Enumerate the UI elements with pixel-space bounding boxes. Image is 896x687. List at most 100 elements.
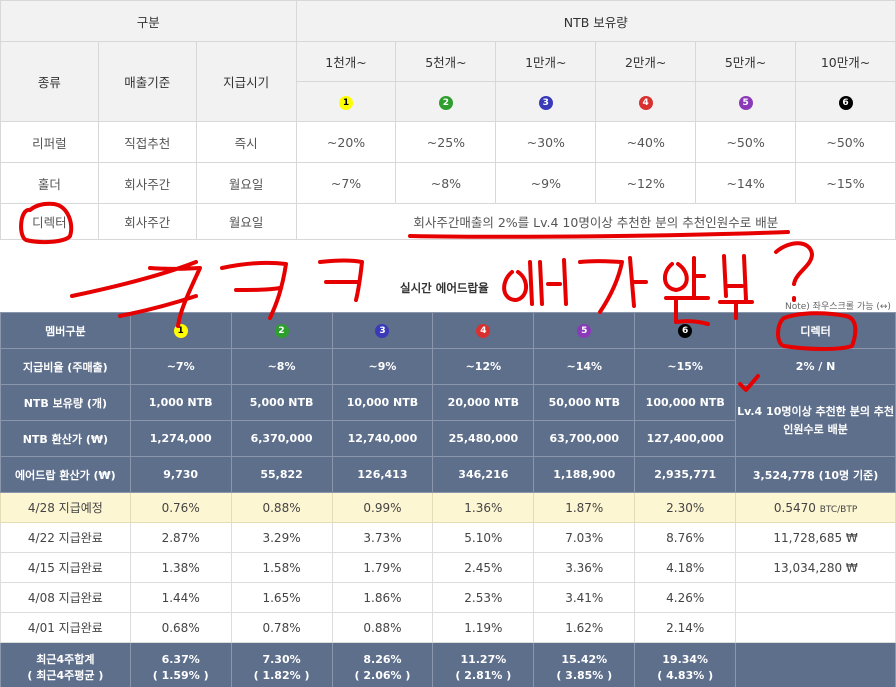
director-value: 0.5470 [773,500,816,515]
cell: ~15% [634,348,737,385]
cell: 1,000 NTB [129,384,232,421]
cell: 25,480,000 [432,420,535,457]
cell: 100,000 NTB [634,384,737,421]
cell: 20,000 NTB [432,384,535,421]
cell: 3.29% [230,522,333,553]
tier-label-1: 1천개~ [295,41,397,82]
row-label: 4/15 지급완료 [0,552,131,583]
cell: 2.45% [432,552,535,583]
cell: 9,730 [129,456,232,493]
director-cell: 11,728,685 ₩ [735,522,896,553]
average: ( 1.59% ) [152,668,209,682]
average: ( 3.85% ) [556,668,613,682]
header-gubun: 구분 [0,0,297,42]
cell: 7.03% [533,522,636,553]
reward-structure-table: 구분 NTB 보유량 종류 매출기준 지급시기 1천개~ 5천개~ 1만개~ 2… [0,0,896,240]
cell: 1.79% [331,552,434,583]
cell: ~9% [331,348,434,385]
director-cell [735,582,896,613]
table-row: 에어드랍 환산가 (₩) 9,730 55,822 126,413 346,21… [0,456,896,493]
total: 6.37% [161,652,200,666]
cell: 3.73% [331,522,434,553]
total: 11.27% [460,652,507,666]
cell: 2.30% [634,492,737,523]
cell: 0.88% [331,612,434,643]
row-type: 디렉터 [0,203,99,240]
header-sales-basis: 매출기준 [97,41,197,122]
row-basis: 회사주간 [97,203,197,240]
tier-badge-1: 1 [339,96,354,110]
table-row: 지급비율 (주매출) ~7% ~8% ~9% ~12% ~14% ~15% 2%… [0,348,896,385]
summary-label-line1: 최근4주합계 [36,652,95,666]
row-label: 에어드랍 환산가 (₩) [0,456,131,493]
table-row: 4/22 지급완료 2.87% 3.29% 3.73% 5.10% 7.03% … [0,522,896,553]
cell: 2.14% [634,612,737,643]
tier-badge-1: 1 [173,324,188,338]
tier-badge-5: 5 [577,324,592,338]
cell: 0.88% [230,492,333,523]
row-label: NTB 보유량 (개) [0,384,131,421]
row-type: 리퍼럴 [0,121,99,163]
summary-label: 최근4주합계 ( 최근4주평균 ) [0,642,131,687]
cell: 8.76% [634,522,737,553]
row-label: 지급비율 (주매출) [0,348,131,385]
cell: 346,216 [432,456,535,493]
cell: 1.38% [129,552,232,583]
director-merged-cell: Lv.4 10명이상 추천한 분의 추천인원수로 배분 [735,384,896,457]
cell: 2.87% [129,522,232,553]
summary-cell [735,642,896,687]
summary-cell: 19.34% ( 4.83% ) [634,642,737,687]
table-row: 디렉터 회사주간 월요일 회사주간매출의 2%를 Lv.4 10명이상 추천한 … [0,203,896,240]
tier-label-5: 5만개~ [695,41,797,82]
header-type: 종류 [0,41,99,122]
cell: 1.87% [533,492,636,523]
cell: ~8% [230,348,333,385]
average: ( 4.83% ) [657,668,714,682]
director-distribution-note: 회사주간매출의 2%를 Lv.4 10명이상 추천한 분의 추천인원수로 배분 [295,203,896,240]
total: 8.26% [363,652,402,666]
cell: 0.99% [331,492,434,523]
tier-badge-6: 6 [838,96,853,110]
member-header: 멤버구분 [0,312,131,349]
row-time: 월요일 [195,203,297,240]
table-row: 4/15 지급완료 1.38% 1.58% 1.79% 2.45% 3.36% … [0,552,896,583]
rate-cell: ~25% [395,121,497,163]
summary-cell: 11.27% ( 2.81% ) [432,642,535,687]
table-row: NTB 보유량 (개) 1,000 NTB 5,000 NTB 10,000 N… [0,384,896,457]
total: 15.42% [561,652,608,666]
summary-label-line2: ( 최근4주평균 ) [27,668,104,682]
header-ntb-holding: NTB 보유량 [295,0,896,42]
tier-badge-4: 4 [476,324,491,338]
cell: 2,935,771 [634,456,737,493]
row-type: 홀더 [0,162,99,204]
rate-cell: ~15% [795,162,896,204]
cell: 1.19% [432,612,535,643]
director-cell: 2% / N [735,348,896,385]
summary-cell: 8.26% ( 2.06% ) [331,642,434,687]
cell: 6,370,000 [230,420,333,457]
cell: 4.18% [634,552,737,583]
rate-cell: ~7% [295,162,397,204]
row-label: 4/01 지급완료 [0,612,131,643]
table-row: 4/28 지급예정 0.76% 0.88% 0.99% 1.36% 1.87% … [0,492,896,523]
section-title: 실시간 에어드랍율 [400,281,489,295]
table-row: 4/08 지급완료 1.44% 1.65% 1.86% 2.53% 3.41% … [0,582,896,613]
cell: 0.68% [129,612,232,643]
summary-cell: 15.42% ( 3.85% ) [533,642,636,687]
rate-cell: ~14% [695,162,797,204]
cell: ~12% [432,348,535,385]
cell: 3.36% [533,552,636,583]
rate-cell: ~9% [495,162,597,204]
cell: 2.53% [432,582,535,613]
table-row: 홀더 회사주간 월요일 ~7% ~8% ~9% ~12% ~14% ~15% [0,162,896,204]
tier-badge-2: 2 [274,324,289,338]
cell: 12,740,000 [331,420,434,457]
cell: 126,413 [331,456,434,493]
summary-cell: 6.37% ( 1.59% ) [129,642,232,687]
tier-badge-4: 4 [638,96,653,110]
cell: 1.36% [432,492,535,523]
row-time: 월요일 [195,162,297,204]
row-label: 4/08 지급완료 [0,582,131,613]
tier-badge-3: 3 [375,324,390,338]
cell: 1,274,000 [129,420,232,457]
